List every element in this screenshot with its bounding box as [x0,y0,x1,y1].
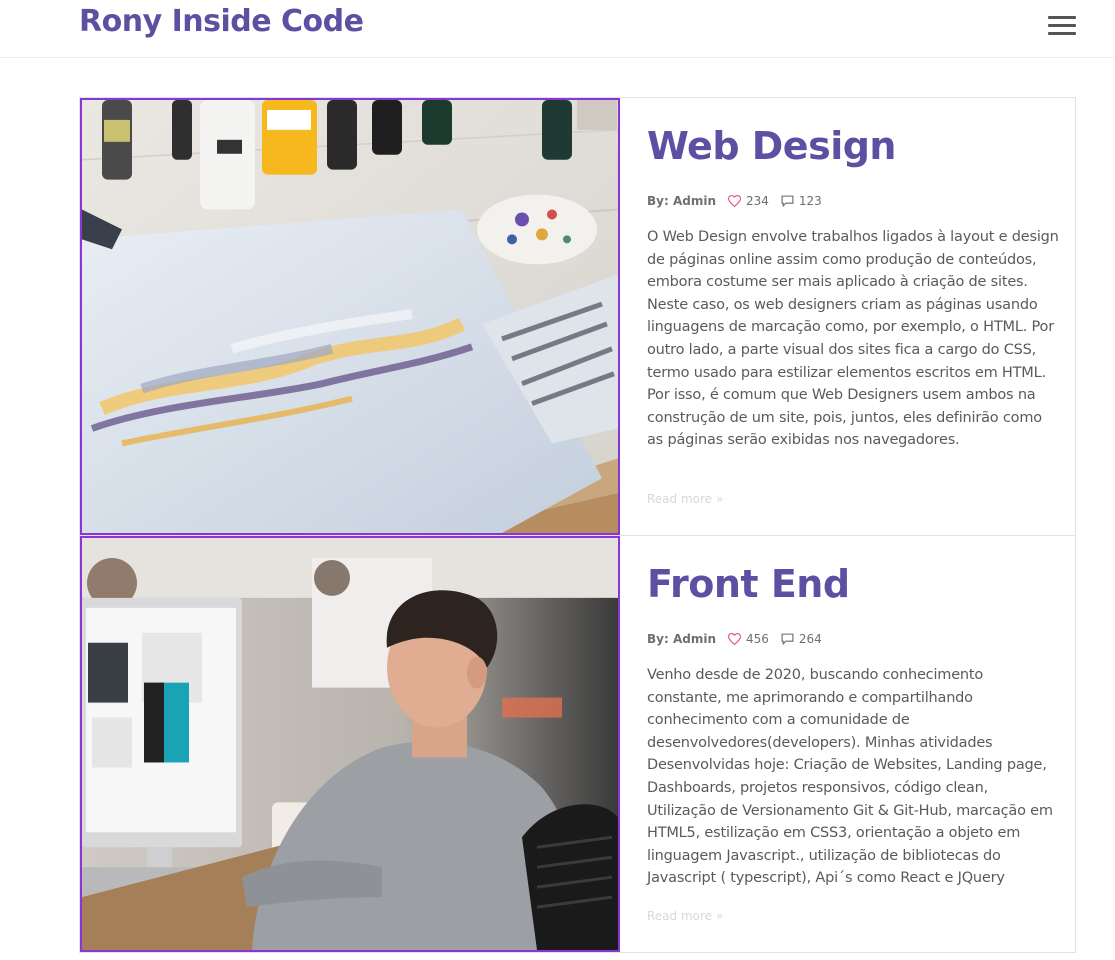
post-description: O Web Design envolve trabalhos ligados à… [647,229,1059,449]
post-meta: By: Admin 234 123 [647,194,834,208]
double-chevron-right-icon: » [716,909,724,923]
navbar: Rony Inside Code [0,0,1115,58]
read-more-link[interactable]: Read more » [647,909,723,923]
likes-count: 456 [745,632,769,646]
post-card-web-design: Web Design By: Admin 234 123 O Web Desig… [79,97,1076,536]
post-image-developer [80,536,620,952]
comments-count: 123 [798,194,822,208]
comments-stat[interactable]: 264 [781,632,822,646]
brand-logo[interactable]: Rony Inside Code [79,4,364,39]
post-image-painting [80,98,620,535]
comment-icon [781,195,794,207]
post-author: By: Admin [647,194,716,208]
read-more-label: Read more [647,909,713,923]
comments-count: 264 [798,632,822,646]
post-title[interactable]: Web Design [647,124,896,168]
read-more-label: Read more [647,492,713,506]
post-author: By: Admin [647,632,716,646]
post-meta: By: Admin 456 264 [647,632,834,646]
read-more-link[interactable]: Read more » [647,492,723,506]
likes-stat[interactable]: 234 [727,194,769,208]
double-chevron-right-icon: » [716,492,724,506]
likes-count: 234 [745,194,769,208]
likes-stat[interactable]: 456 [727,632,769,646]
post-description: Venho desde de 2020, buscando conhecimen… [647,667,1053,887]
post-card-front-end: Front End By: Admin 456 264 Venho desde … [79,536,1076,953]
heart-icon [727,195,741,207]
post-title[interactable]: Front End [647,562,850,606]
comment-icon [781,633,794,645]
hamburger-icon[interactable] [1048,14,1078,38]
comments-stat[interactable]: 123 [781,194,822,208]
heart-icon [727,633,741,645]
